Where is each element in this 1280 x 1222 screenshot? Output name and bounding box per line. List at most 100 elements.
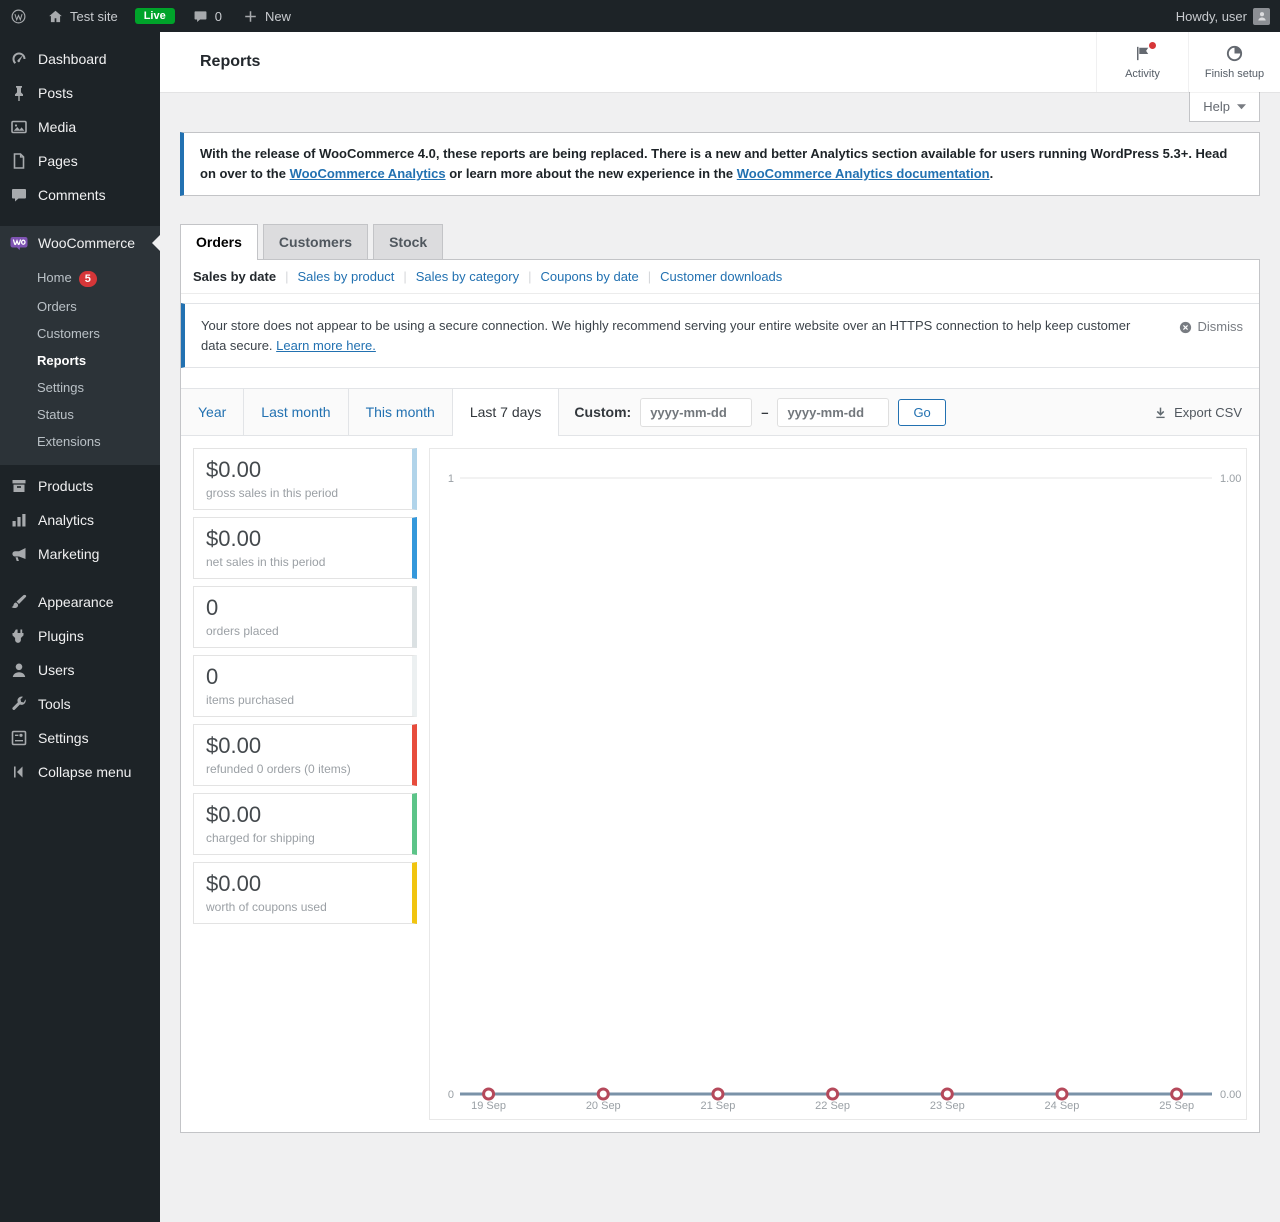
sidebar-item-label: Analytics xyxy=(38,512,94,528)
sidebar-item-label: WooCommerce xyxy=(38,235,135,251)
sidebar-item-label: Plugins xyxy=(38,628,84,644)
activity-button[interactable]: Activity xyxy=(1096,32,1188,92)
go-button[interactable]: Go xyxy=(898,399,945,426)
sidebar-item-comments[interactable]: Comments xyxy=(0,178,160,212)
collapse-arrow-icon xyxy=(9,762,29,782)
sidebar-item-marketing[interactable]: Marketing xyxy=(0,537,160,571)
submenu-item-label: Settings xyxy=(37,380,84,395)
date-to-input[interactable] xyxy=(777,398,889,427)
sidebar-item-label: Posts xyxy=(38,85,73,101)
chart-legend: $0.00 gross sales in this period $0.00 n… xyxy=(193,448,417,1120)
submenu-item-home[interactable]: Home5 xyxy=(0,264,160,293)
brush-icon xyxy=(9,592,29,612)
sidebar-item-products[interactable]: Products xyxy=(0,469,160,503)
range-last-7-days[interactable]: Last 7 days xyxy=(453,389,560,435)
sidebar-item-label: Comments xyxy=(38,187,106,203)
stat-value: $0.00 xyxy=(206,871,400,897)
submenu-item-extensions[interactable]: Extensions xyxy=(0,428,160,455)
sidebar-item-settings[interactable]: Settings xyxy=(0,721,160,755)
sidebar-item-analytics[interactable]: Analytics xyxy=(0,503,160,537)
sidebar-item-collapse-menu[interactable]: Collapse menu xyxy=(0,755,160,789)
x-axis-label: 24 Sep xyxy=(1045,1100,1080,1112)
subnav-sales-by-category[interactable]: Sales by category xyxy=(416,269,519,284)
chart-marker xyxy=(1172,1089,1182,1099)
sidebar-item-appearance[interactable]: Appearance xyxy=(0,585,160,619)
subnav-sales-by-date[interactable]: Sales by date xyxy=(193,269,276,284)
submenu-item-settings[interactable]: Settings xyxy=(0,374,160,401)
media-icon xyxy=(9,117,29,137)
subnav-coupons-by-date[interactable]: Coupons by date xyxy=(540,269,638,284)
stat-refunded: $0.00 refunded 0 orders (0 items) xyxy=(193,724,417,786)
stat-items-purchased: 0 items purchased xyxy=(193,655,417,717)
submenu-item-status[interactable]: Status xyxy=(0,401,160,428)
stat-gross-sales: $0.00 gross sales in this period xyxy=(193,448,417,510)
wrench-icon xyxy=(9,694,29,714)
activity-panel-tabs: Activity Finish setup xyxy=(1096,32,1280,92)
sidebar-item-label: Products xyxy=(38,478,93,494)
main-content: Reports Activity Finish setup Help With … xyxy=(160,32,1280,1222)
range-year[interactable]: Year xyxy=(181,389,244,435)
sidebar-item-label: Pages xyxy=(38,153,78,169)
date-from-input[interactable] xyxy=(640,398,752,427)
live-badge: Live xyxy=(135,8,175,24)
subnav-customer-downloads[interactable]: Customer downloads xyxy=(660,269,782,284)
sidebar-item-woocommerce[interactable]: WooCommerce xyxy=(0,226,160,260)
export-csv-button[interactable]: Export CSV xyxy=(1136,389,1259,435)
learn-more-link[interactable]: Learn more here. xyxy=(276,338,376,353)
stat-label: refunded 0 orders (0 items) xyxy=(206,762,400,776)
account-menu[interactable]: Howdy, user xyxy=(1166,0,1280,32)
comment-count: 0 xyxy=(215,9,222,24)
custom-label: Custom: xyxy=(574,404,631,420)
sidebar-item-tools[interactable]: Tools xyxy=(0,687,160,721)
comments-shortcut[interactable]: 0 xyxy=(182,0,232,32)
download-arrow-icon xyxy=(1153,405,1168,420)
sidebar-item-users[interactable]: Users xyxy=(0,653,160,687)
help-dropdown[interactable]: Help xyxy=(1189,92,1260,122)
y-axis-right-bottom: 0.00 xyxy=(1220,1089,1241,1101)
tab-stock[interactable]: Stock xyxy=(373,224,443,259)
stat-value: $0.00 xyxy=(206,802,400,828)
x-axis-label: 22 Sep xyxy=(815,1100,850,1112)
x-axis-label: 20 Sep xyxy=(586,1100,621,1112)
sidebar-item-dashboard[interactable]: Dashboard xyxy=(0,42,160,76)
analytics-replacement-notice: With the release of WooCommerce 4.0, the… xyxy=(180,132,1260,196)
sales-chart: 1 1.00 0 0.00 19 Sep20 Sep21 Sep22 Sep23… xyxy=(429,448,1247,1120)
notification-dot xyxy=(1149,42,1156,49)
tab-orders[interactable]: Orders xyxy=(180,224,258,260)
woocommerce-submenu: Home5 Orders Customers Reports Settings … xyxy=(0,260,160,465)
dismiss-button[interactable]: Dismiss xyxy=(1178,317,1244,337)
stat-value: $0.00 xyxy=(206,526,400,552)
sidebar-item-plugins[interactable]: Plugins xyxy=(0,619,160,653)
sidebar-item-pages[interactable]: Pages xyxy=(0,144,160,178)
range-last-month[interactable]: Last month xyxy=(244,389,348,435)
range-this-month[interactable]: This month xyxy=(349,389,453,435)
site-name-link[interactable]: Test site xyxy=(37,0,128,32)
wordpress-logo[interactable] xyxy=(0,0,37,32)
sidebar-item-label: Media xyxy=(38,119,76,135)
new-content-button[interactable]: New xyxy=(232,0,301,32)
submenu-item-customers[interactable]: Customers xyxy=(0,320,160,347)
flag-icon xyxy=(1133,44,1152,63)
new-label: New xyxy=(265,9,291,24)
sidebar-item-posts[interactable]: Posts xyxy=(0,76,160,110)
page-title: Reports xyxy=(200,53,260,71)
woocommerce-analytics-link[interactable]: WooCommerce Analytics xyxy=(290,166,446,181)
stat-label: charged for shipping xyxy=(206,831,400,845)
stat-shipping: $0.00 charged for shipping xyxy=(193,793,417,855)
sidebar-item-media[interactable]: Media xyxy=(0,110,160,144)
activity-label: Activity xyxy=(1125,68,1160,80)
woocommerce-icon xyxy=(9,233,29,253)
subnav-separator: | xyxy=(403,269,406,284)
subnav-separator: | xyxy=(285,269,288,284)
finish-setup-button[interactable]: Finish setup xyxy=(1188,32,1280,92)
tab-customers[interactable]: Customers xyxy=(263,224,368,259)
submenu-item-reports[interactable]: Reports xyxy=(0,347,160,374)
report-subnav: Sales by date | Sales by product | Sales… xyxy=(181,260,1259,294)
megaphone-icon xyxy=(9,544,29,564)
analytics-documentation-link[interactable]: WooCommerce Analytics documentation xyxy=(737,166,990,181)
report-tabs: Orders Customers Stock xyxy=(180,224,1260,259)
submenu-item-orders[interactable]: Orders xyxy=(0,293,160,320)
stat-label: worth of coupons used xyxy=(206,900,400,914)
sidebar-item-label: Dashboard xyxy=(38,51,107,67)
subnav-sales-by-product[interactable]: Sales by product xyxy=(298,269,395,284)
